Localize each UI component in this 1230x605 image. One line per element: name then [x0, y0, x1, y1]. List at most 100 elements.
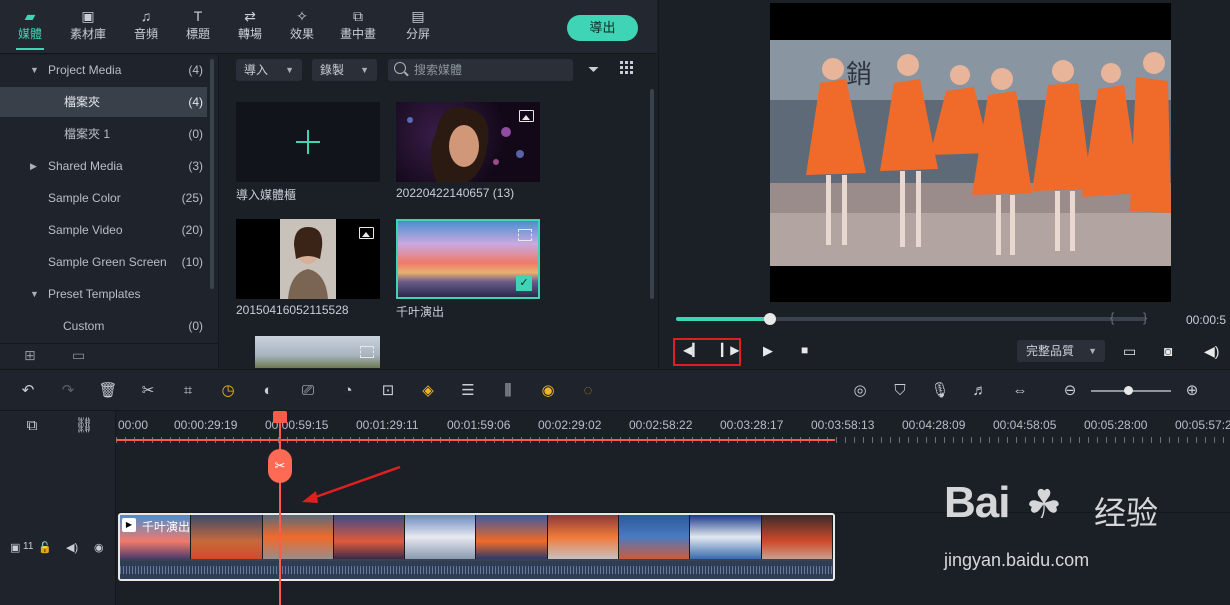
grid-view-icon[interactable]: [620, 61, 634, 75]
clip-audio-waveform: [120, 561, 833, 579]
motion-tracking-icon[interactable]: ⊡: [378, 381, 398, 401]
tab-stock-library[interactable]: ▣ 素材庫: [68, 6, 108, 42]
audio-waveform-icon[interactable]: ◉: [538, 381, 558, 401]
sidebar-item-folder[interactable]: 檔案夾 (4): [0, 87, 207, 117]
ruler-tick-label: 00:00: [118, 418, 149, 432]
sidebar-item-sample-video[interactable]: Sample Video (20): [0, 215, 207, 245]
sidebar-item-shared-media[interactable]: ▶ Shared Media (3): [0, 151, 207, 181]
render-icon[interactable]: ◎: [850, 381, 870, 401]
playback-progress: [676, 317, 770, 321]
sidebar-item-preset-templates[interactable]: ▼ Preset Templates: [0, 279, 207, 309]
tab-pip[interactable]: ⧉ 畫中畫: [338, 6, 378, 42]
playhead-handle[interactable]: [273, 411, 287, 423]
track-video-icon: ▣: [10, 542, 21, 554]
diamond-icon[interactable]: ◈: [418, 381, 438, 401]
caret-down-icon[interactable]: ▼: [30, 55, 39, 85]
media-item-label: 導入媒體櫃: [236, 188, 297, 202]
track-headers: ⧉ ⛓ ▣ 11 🔓 ◀) ◉: [0, 411, 116, 605]
tab-media[interactable]: ▰ 媒體: [10, 6, 50, 50]
filter-icon[interactable]: ⏷: [588, 61, 599, 78]
video-preview: 銷: [770, 3, 1171, 302]
ruler-tick-label: 00:04:28:09: [902, 418, 966, 432]
new-folder-icon[interactable]: ⊞: [24, 347, 36, 364]
timeline[interactable]: 00:00 00:00:29:19 00:00:59:15 00:01:29:11 00…: [116, 411, 1230, 605]
microphone-icon[interactable]: 🎙: [930, 381, 950, 401]
play-icon[interactable]: ▶: [763, 343, 773, 359]
volume-icon[interactable]: ◀): [1204, 343, 1219, 360]
media-library: 導入 ▼ 錄製 ▼ ⏷ 導入媒體櫃: [220, 55, 657, 368]
quality-dropdown[interactable]: 完整品質 ▼: [1017, 340, 1105, 362]
chevron-down-icon: ▼: [285, 65, 294, 75]
import-dropdown[interactable]: 導入 ▼: [236, 59, 302, 81]
display-settings-icon[interactable]: ▭: [1123, 343, 1136, 360]
video-clip[interactable]: ▶ 千叶演出: [118, 513, 835, 581]
timer-icon[interactable]: ◔: [338, 381, 358, 401]
sidebar-item-project-media[interactable]: ▼ Project Media (4): [0, 55, 207, 85]
undo-icon[interactable]: ↶: [18, 381, 38, 401]
mute-icon[interactable]: ◀): [66, 541, 78, 554]
text-to-speech-icon[interactable]: ◌: [578, 381, 598, 401]
audio-mixer-icon[interactable]: ⫼: [498, 381, 518, 401]
sidebar-item-custom[interactable]: Custom (0): [0, 311, 207, 341]
scrubber-handle[interactable]: [764, 313, 776, 325]
cut-icon[interactable]: ✂: [138, 381, 158, 401]
sidebar-item-sample-green-screen[interactable]: Sample Green Screen (10): [0, 247, 207, 277]
image-type-icon: [359, 227, 374, 239]
tab-effects[interactable]: ✧ 效果: [282, 6, 322, 42]
tab-transitions[interactable]: ⇄ 轉場: [230, 6, 270, 42]
redo-icon[interactable]: ↷: [58, 381, 78, 401]
record-dropdown[interactable]: 錄製 ▼: [312, 59, 377, 81]
caret-down-icon[interactable]: ▼: [30, 279, 39, 309]
fit-timeline-icon[interactable]: ⇔: [1010, 381, 1030, 401]
adjust-icon[interactable]: ☰: [458, 381, 478, 401]
tab-audio[interactable]: ♫ 音頻: [126, 6, 166, 42]
add-track-icon[interactable]: ⧉: [22, 416, 42, 436]
image-type-icon: [519, 110, 534, 122]
color-palette-icon[interactable]: ◐: [258, 381, 278, 401]
import-media-tile[interactable]: [236, 102, 380, 182]
lock-icon[interactable]: 🔓: [38, 541, 52, 554]
link-icon[interactable]: ⛓: [74, 416, 94, 436]
playback-scrubber[interactable]: [676, 313, 1146, 325]
playhead-line[interactable]: [279, 411, 281, 605]
sidebar-item-sample-color[interactable]: Sample Color (25): [0, 183, 207, 213]
media-scrollbar[interactable]: [650, 89, 654, 299]
media-item-photo[interactable]: [236, 219, 380, 299]
ruler-tick-label: 00:01:59:06: [447, 418, 511, 432]
chevron-down-icon: ▼: [360, 65, 369, 75]
search-input[interactable]: [414, 61, 564, 79]
tab-titles[interactable]: T 標題: [178, 6, 218, 42]
crop-icon[interactable]: ⌗: [178, 381, 198, 401]
media-item-photo[interactable]: [396, 102, 540, 182]
stop-icon[interactable]: ■: [801, 343, 808, 357]
media-item-label: 20220422140657 (13): [396, 186, 515, 200]
voiceover-list-icon[interactable]: ♬: [970, 381, 990, 401]
sidebar-scrollbar[interactable]: [210, 59, 214, 289]
media-item-video-selected[interactable]: ✓: [396, 219, 540, 299]
clip-title: 千叶演出: [142, 520, 191, 534]
ruler-tick-label: 00:02:58:22: [629, 418, 693, 432]
export-button[interactable]: 導出: [567, 15, 638, 41]
media-item-video[interactable]: [255, 336, 380, 368]
mark-in-icon[interactable]: {: [1110, 310, 1114, 325]
split-scissors-button[interactable]: ✂: [268, 449, 292, 483]
mark-out-icon[interactable]: }: [1143, 310, 1147, 325]
sidebar-item-folder-1[interactable]: 檔案夾 1 (0): [0, 119, 207, 149]
image-icon: ▣: [81, 8, 95, 24]
media-item-label: 20150416052115528: [236, 303, 349, 317]
video-editor-app: ▰ 媒體 ▣ 素材庫 ♫ 音頻 T 標題 ⇄ 轉場 ✧ 效果 ⧉ 畫中畫 ▤ 分: [0, 0, 1230, 605]
marker-icon[interactable]: ⛉: [890, 381, 910, 401]
split-screen-icon: ▤: [411, 8, 425, 24]
delete-icon[interactable]: 🗑: [98, 381, 118, 401]
zoom-out-icon[interactable]: ⊖: [1060, 381, 1080, 401]
tab-split-screen[interactable]: ▤ 分屏: [398, 6, 438, 42]
zoom-slider-handle[interactable]: [1124, 386, 1133, 395]
zoom-in-icon[interactable]: ⊕: [1182, 381, 1202, 401]
folder-outline-icon[interactable]: ▭: [72, 347, 85, 364]
snapshot-icon[interactable]: ◙: [1164, 343, 1172, 359]
visibility-eye-icon[interactable]: ◉: [94, 541, 104, 554]
caret-right-icon[interactable]: ▶: [30, 151, 37, 181]
speed-icon[interactable]: ◷: [218, 381, 238, 401]
keyframe-icon[interactable]: ⎚: [298, 381, 318, 401]
video-type-icon: [360, 346, 374, 358]
